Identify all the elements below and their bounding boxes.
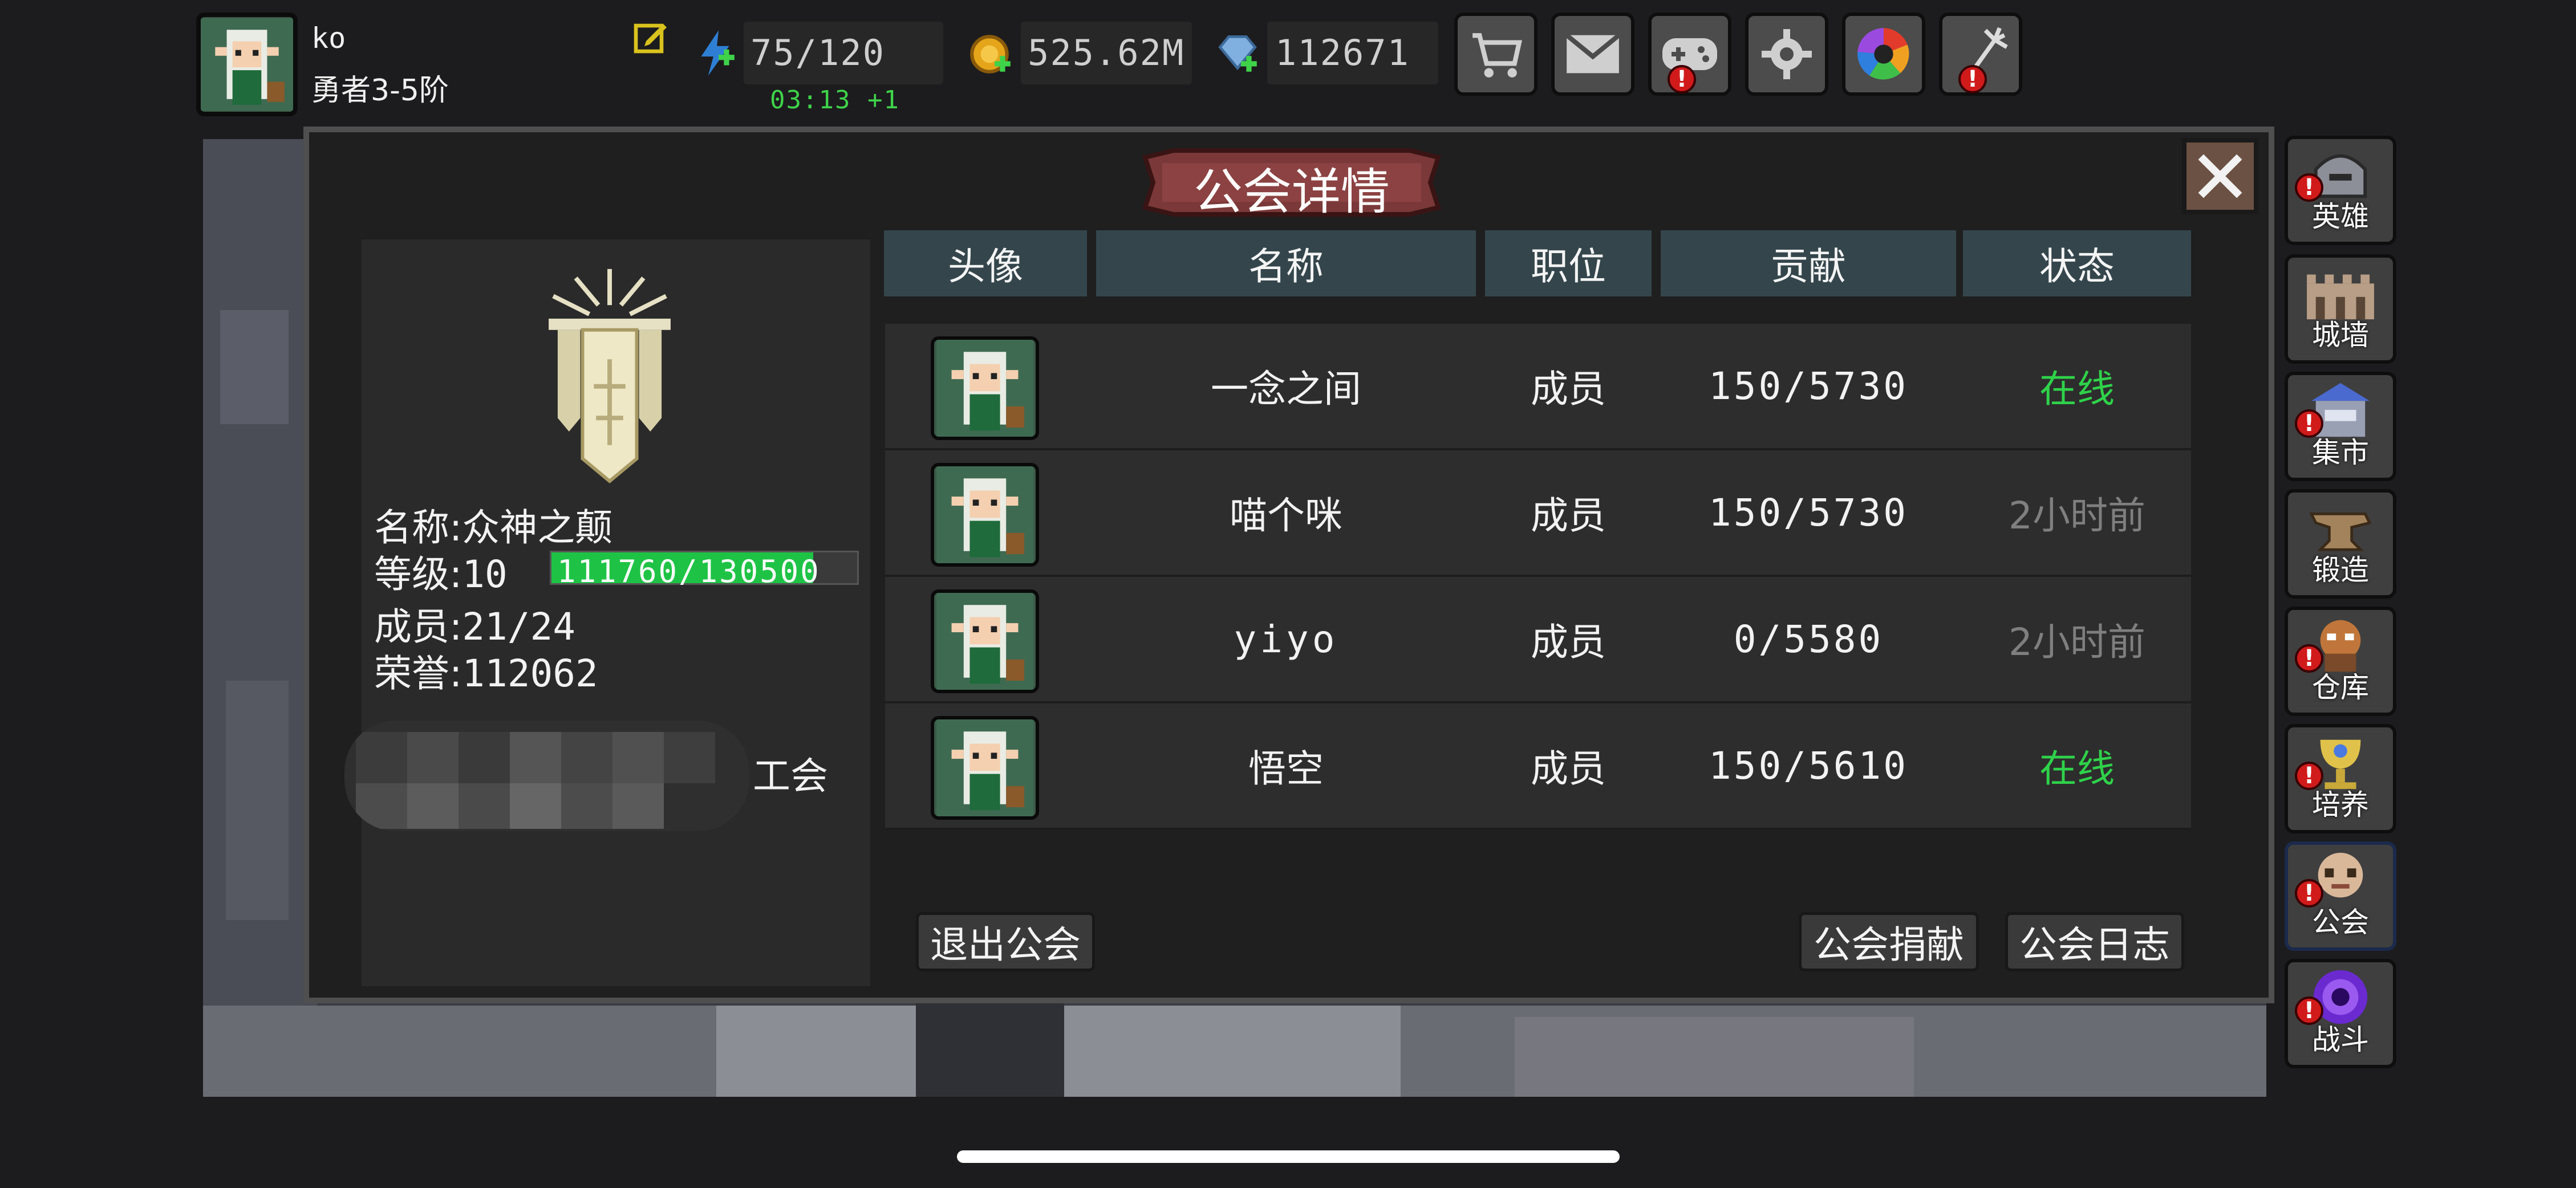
member-name: 悟空 bbox=[1248, 747, 1324, 791]
guild-honor: 112062 bbox=[462, 652, 598, 695]
side-menu-forge[interactable]: 锻造 bbox=[2285, 489, 2396, 599]
side-menu-label: 培养 bbox=[2312, 788, 2369, 821]
shop-button[interactable] bbox=[1454, 13, 1538, 96]
gem-value: 112671 bbox=[1275, 32, 1410, 74]
guild-name-label: 名称: bbox=[374, 506, 463, 550]
side-menu-cultivate[interactable]: ! 培养 bbox=[2285, 724, 2396, 833]
guild-announcement-blurred bbox=[344, 721, 749, 831]
member-role: 成员 bbox=[1531, 620, 1606, 664]
side-menu-warehouse[interactable]: ! 仓库 bbox=[2285, 607, 2396, 716]
member-status: 2小时前 bbox=[2009, 494, 2145, 538]
member-row[interactable]: 一念之间 成员 150/5730 在线 bbox=[885, 324, 2191, 450]
elf-portrait-icon bbox=[936, 719, 1033, 816]
stamina-timer: 03:13 +1 bbox=[770, 86, 900, 115]
home-indicator[interactable] bbox=[957, 1150, 1620, 1163]
mail-icon bbox=[1565, 33, 1621, 74]
member-role: 成员 bbox=[1531, 367, 1606, 411]
elf-portrait-icon bbox=[201, 18, 293, 111]
side-menu-label: 仓库 bbox=[2312, 671, 2369, 704]
side-menu-heroes[interactable]: ! 英雄 bbox=[2285, 136, 2396, 245]
guild-members-label: 成员: bbox=[374, 605, 463, 649]
side-menu-walls[interactable]: 城墙 bbox=[2285, 254, 2396, 364]
member-row[interactable]: 喵个咪 成员 150/5730 2小时前 bbox=[885, 450, 2191, 577]
member-row[interactable]: 悟空 成员 150/5610 在线 bbox=[885, 703, 2191, 830]
stamina-icon bbox=[693, 29, 737, 78]
guild-donate-button[interactable]: 公会捐献 bbox=[1799, 912, 1979, 971]
player-avatar[interactable] bbox=[196, 13, 298, 116]
guild-level-label: 等级: bbox=[374, 552, 463, 596]
side-menu-label: 集市 bbox=[2312, 436, 2369, 469]
member-contribution: 150/5610 bbox=[1709, 743, 1908, 788]
col-header-status: 状态 bbox=[1963, 230, 2191, 296]
side-menu-label: 城墙 bbox=[2312, 319, 2369, 352]
member-avatar[interactable] bbox=[931, 716, 1039, 820]
col-header-role: 职位 bbox=[1485, 230, 1652, 296]
settings-button[interactable] bbox=[1745, 13, 1828, 96]
member-avatar[interactable] bbox=[931, 463, 1039, 567]
guild-level: 10 bbox=[462, 552, 508, 596]
games-button[interactable]: ! bbox=[1648, 13, 1731, 96]
leave-guild-button[interactable]: 退出公会 bbox=[916, 912, 1095, 971]
side-menu-label: 锻造 bbox=[2312, 554, 2369, 587]
member-role: 成员 bbox=[1531, 494, 1606, 538]
side-menu-battle[interactable]: ! 战斗 bbox=[2285, 959, 2396, 1068]
side-menu-label: 战斗 bbox=[2312, 1023, 2369, 1056]
side-menu-label: 英雄 bbox=[2312, 200, 2369, 233]
side-menu-guild[interactable]: ! 公会 bbox=[2285, 841, 2396, 951]
gold-coin-icon bbox=[969, 30, 1013, 79]
dialog-title: 公会详情 bbox=[1194, 164, 1390, 221]
member-row[interactable]: yiyo 成员 0/5580 2小时前 bbox=[885, 577, 2191, 703]
guild-banner-emblem-icon bbox=[549, 268, 671, 483]
player-name: ko bbox=[311, 22, 346, 55]
member-contribution: 0/5580 bbox=[1733, 617, 1884, 661]
elf-portrait-icon bbox=[936, 466, 1033, 563]
member-contribution: 150/5730 bbox=[1709, 364, 1908, 408]
color-wheel-icon bbox=[1857, 28, 1909, 80]
close-icon bbox=[2198, 154, 2242, 198]
member-name: 喵个咪 bbox=[1230, 494, 1342, 538]
col-header-name: 名称 bbox=[1096, 230, 1476, 296]
guild-xp-bar: 111760/130500 bbox=[550, 551, 859, 589]
guild-name: 众神之颠 bbox=[462, 506, 613, 550]
stamina-value: 75/120 bbox=[751, 32, 885, 74]
elf-portrait-icon bbox=[936, 340, 1033, 437]
member-name: 一念之间 bbox=[1211, 367, 1361, 411]
guild-members: 21/24 bbox=[462, 605, 575, 649]
member-status: 2小时前 bbox=[2009, 620, 2145, 664]
member-contribution: 150/5730 bbox=[1709, 490, 1908, 535]
member-status: 在线 bbox=[2039, 747, 2115, 791]
player-rank: 勇者3-5阶 bbox=[311, 74, 449, 108]
member-status: 在线 bbox=[2039, 367, 2115, 411]
mail-button[interactable] bbox=[1551, 13, 1634, 96]
guild-honor-row: 荣誉:112062 bbox=[374, 643, 598, 698]
edit-icon[interactable] bbox=[631, 17, 672, 58]
cart-icon bbox=[1472, 33, 1523, 78]
col-header-contribution: 贡献 bbox=[1661, 230, 1956, 296]
member-role: 成员 bbox=[1531, 747, 1606, 791]
elf-portrait-icon bbox=[936, 593, 1033, 690]
gold-value: 525.62M bbox=[1028, 32, 1185, 74]
guild-xp-text: 111760/130500 bbox=[557, 554, 821, 589]
side-menu-label: 公会 bbox=[2312, 906, 2369, 939]
close-button[interactable] bbox=[2182, 138, 2258, 214]
side-menu-market[interactable]: ! 集市 bbox=[2285, 372, 2396, 481]
gem-icon bbox=[1214, 30, 1261, 79]
guild-suffix-text: 工会 bbox=[753, 754, 828, 798]
guild-level-row: 等级:10 bbox=[374, 544, 508, 599]
alert-badge-icon: ! bbox=[1668, 65, 1696, 93]
member-name: yiyo bbox=[1234, 617, 1338, 661]
guild-log-button[interactable]: 公会日志 bbox=[2005, 912, 2184, 971]
alert-badge-icon: ! bbox=[1958, 65, 1987, 93]
gear-icon bbox=[1762, 29, 1812, 79]
collection-button[interactable] bbox=[1842, 13, 1925, 96]
events-button[interactable]: ! bbox=[1939, 13, 2022, 96]
member-avatar[interactable] bbox=[931, 589, 1039, 693]
member-avatar[interactable] bbox=[931, 336, 1039, 440]
guild-honor-label: 荣誉: bbox=[374, 652, 463, 695]
col-header-avatar: 头像 bbox=[884, 230, 1087, 296]
